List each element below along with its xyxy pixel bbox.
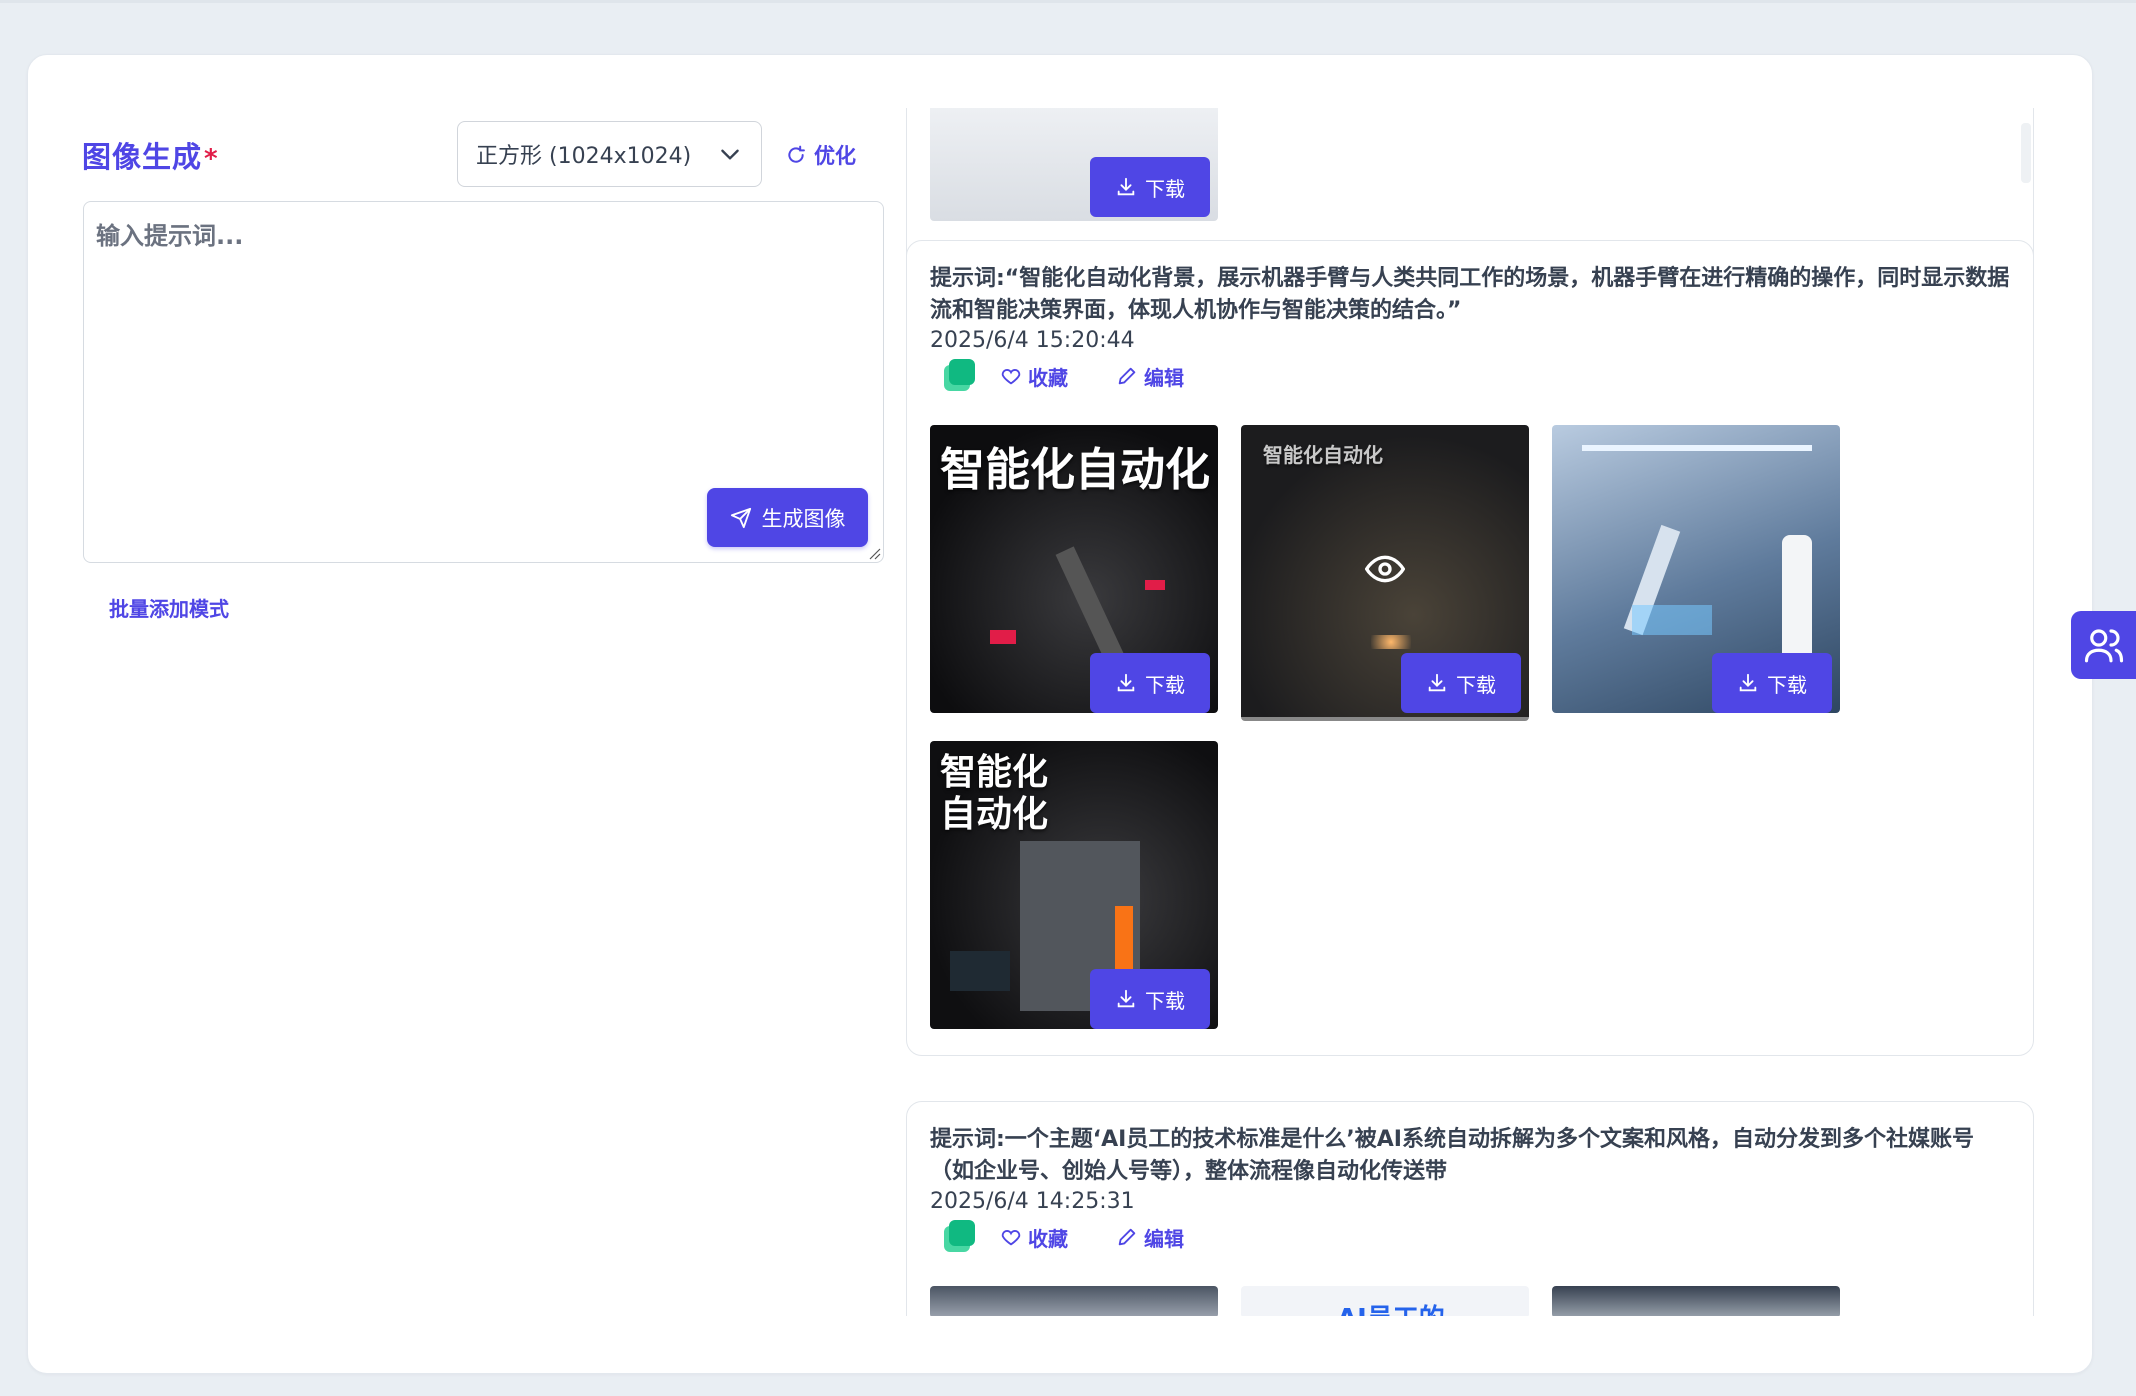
download-button[interactable]: 下载 [1712,653,1832,713]
prompt-input[interactable]: 输入提示词... 生成图像 [83,201,884,563]
copy-icon[interactable] [942,1220,976,1254]
favorite-button[interactable]: 收藏 [1000,1223,1068,1252]
generated-image[interactable]: 下载 [1552,425,1840,713]
edit-button[interactable]: 编辑 [1116,362,1184,391]
history-list[interactable]: 下载 提示词:“智能化自动化背景，展示机器手臂与人类共同工作的场景，机器手臂在进… [906,108,2036,1316]
contact-support-button[interactable] [2071,611,2136,679]
card-actions: 收藏 编辑 [942,1220,1184,1254]
favorite-button[interactable]: 收藏 [1000,362,1068,391]
image-caption: AI员工的 [1337,1298,1445,1316]
image-caption: 智能化自动化 [940,751,1049,835]
timestamp: 2025/6/4 14:25:31 [930,1189,1135,1214]
image-caption: 智能化自动化 [1263,443,1383,467]
optimize-button[interactable]: 优化 [786,140,856,170]
generate-button[interactable]: 生成图像 [707,488,868,547]
download-icon [1117,989,1135,1008]
download-button[interactable]: 下载 [1090,157,1210,217]
history-card: 提示词:一个主题‘AI员工的技术标准是什么’被AI系统自动拆解为多个文案和风格，… [906,1101,2034,1316]
timestamp: 2025/6/4 15:20:44 [930,328,1135,353]
send-icon [730,507,751,528]
refresh-icon [788,145,805,163]
download-button[interactable]: 下载 [1090,653,1210,713]
heart-icon [1001,1230,1021,1246]
card-actions: 收藏 编辑 [942,359,1184,393]
heart-icon [1001,369,1021,385]
download-button[interactable]: 下载 [1401,653,1521,713]
history-card: 提示词:“智能化自动化背景，展示机器手臂与人类共同工作的场景，机器手臂在进行精确… [906,240,2034,1056]
batch-mode-link[interactable]: 批量添加模式 [109,593,229,622]
download-button[interactable]: 下载 [1090,969,1210,1029]
prompt-text: 提示词:一个主题‘AI员工的技术标准是什么’被AI系统自动拆解为多个文案和风格，… [930,1127,1974,1184]
prompt-text: 提示词:“智能化自动化背景，展示机器手臂与人类共同工作的场景，机器手臂在进行精确… [930,266,2010,323]
generated-image[interactable]: 智能化自动化 下载 [930,425,1218,713]
generated-image[interactable]: AI员工的 [1241,1286,1529,1316]
generated-image[interactable]: 智能化自动化 下载 [1241,425,1529,721]
image-caption: 智能化自动化 [940,443,1211,496]
users-icon [2084,629,2123,663]
scrollbar[interactable] [2021,123,2031,183]
required-mark: * [204,144,219,174]
chevron-down-icon [721,149,739,160]
generated-image[interactable]: 智能化自动化 下载 [930,741,1218,1029]
download-icon [1739,673,1757,692]
prompt-placeholder: 输入提示词... [96,222,244,250]
download-icon [1117,673,1135,692]
pencil-icon [1118,367,1136,385]
generated-image[interactable]: 下载 [930,108,1218,221]
pencil-icon [1118,1228,1136,1246]
edit-button[interactable]: 编辑 [1116,1223,1184,1252]
top-border [0,0,2136,3]
download-icon [1428,673,1446,692]
generated-image[interactable] [1552,1286,1840,1316]
generated-image[interactable] [930,1286,1218,1316]
page-title: 图像生成* [82,140,219,174]
download-icon [1117,177,1135,196]
copy-icon[interactable] [942,359,976,393]
size-select[interactable]: 正方形 (1024x1024) [457,121,762,187]
size-select-value: 正方形 (1024x1024) [476,144,692,169]
resize-handle-icon[interactable] [867,546,881,560]
eye-icon[interactable] [1365,549,1405,589]
